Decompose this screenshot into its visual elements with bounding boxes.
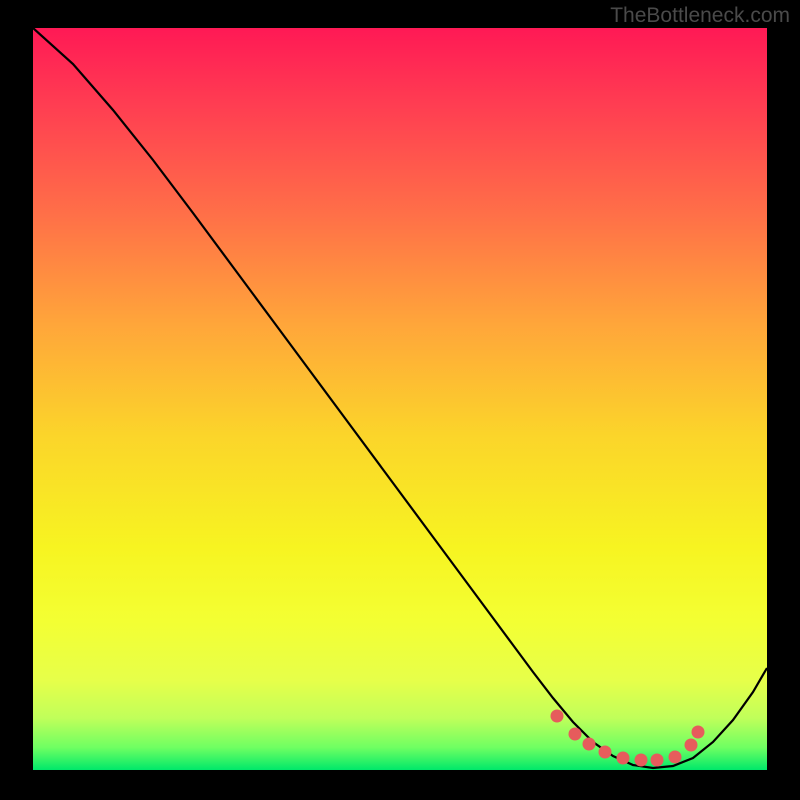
highlight-dot — [569, 728, 582, 741]
watermark-text: TheBottleneck.com — [610, 4, 790, 28]
chart-svg — [33, 28, 767, 770]
highlight-dot — [551, 710, 564, 723]
highlight-dot — [583, 738, 596, 751]
highlight-dot — [599, 746, 612, 759]
highlight-dot — [669, 751, 682, 764]
highlight-dots-group — [551, 710, 705, 767]
highlight-dot — [635, 754, 648, 767]
highlight-dot — [685, 739, 698, 752]
main-curve — [33, 28, 767, 768]
highlight-dot — [617, 752, 630, 765]
chart-plot-area — [33, 28, 767, 770]
highlight-dot — [651, 754, 664, 767]
highlight-dot — [692, 726, 705, 739]
